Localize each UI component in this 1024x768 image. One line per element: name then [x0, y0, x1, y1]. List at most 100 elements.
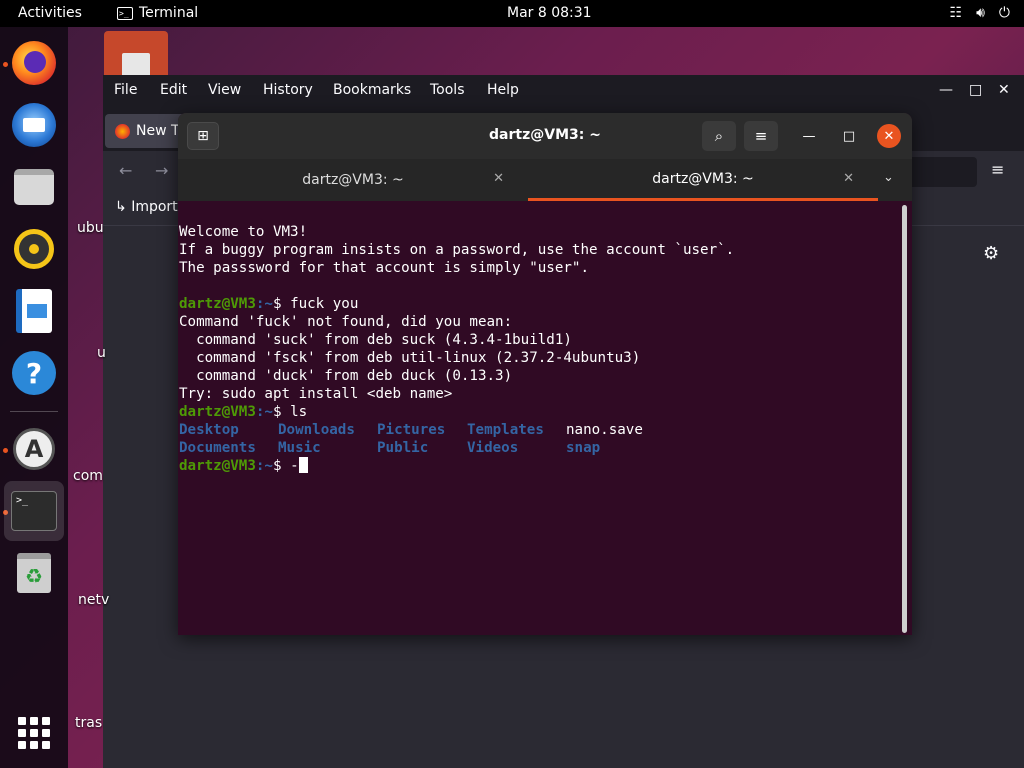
tab-label: dartz@VM3: ~: [302, 172, 404, 188]
close-icon[interactable]: ✕: [998, 82, 1010, 98]
close-tab-icon[interactable]: ✕: [493, 171, 504, 186]
dock-trash[interactable]: ♻: [10, 549, 58, 597]
terminal-tab-1[interactable]: dartz@VM3: ~ ✕: [178, 159, 528, 201]
menu-tools[interactable]: Tools: [430, 82, 465, 98]
terminal-window[interactable]: ⊞ dartz@VM3: ~ ⌕ ≡ — □ ✕ dartz@VM3: ~ ✕ …: [178, 113, 912, 635]
prompt-line: dartz@VM3:~$ -: [179, 457, 899, 475]
hamburger-menu-icon[interactable]: ≡: [991, 160, 1004, 179]
desktop-label[interactable]: com: [73, 468, 103, 484]
hamburger-menu-icon: ≡: [754, 127, 768, 145]
maximize-button[interactable]: □: [837, 124, 861, 148]
output-line: If a buggy program insists on a password…: [179, 242, 735, 258]
minimize-button[interactable]: —: [797, 124, 821, 148]
dock-firefox[interactable]: [10, 39, 58, 87]
import-bookmarks[interactable]: ↳ Import: [115, 199, 178, 215]
menu-button[interactable]: ≡: [744, 121, 778, 151]
minimize-icon[interactable]: —: [939, 82, 953, 98]
search-icon: ⌕: [714, 127, 724, 145]
running-indicator: [3, 62, 8, 67]
output-line: Try: sudo apt install <deb name>: [179, 386, 453, 402]
ls-entry: nano.save: [566, 422, 643, 438]
maximize-icon[interactable]: □: [969, 82, 982, 98]
prompt-user: dartz@VM3: [179, 404, 256, 420]
output-line: Command 'fuck' not found, did you mean:: [179, 314, 513, 330]
desktop-label[interactable]: netv: [78, 592, 109, 608]
ls-entry: Documents: [179, 440, 256, 456]
close-icon: ✕: [883, 128, 895, 144]
dock-software[interactable]: A: [10, 425, 58, 473]
dock: ? A >_ ♻: [0, 27, 68, 768]
close-button[interactable]: ✕: [877, 124, 901, 148]
command-text: ls: [290, 404, 308, 420]
menu-file[interactable]: File: [114, 82, 137, 98]
ls-entry: Desktop: [179, 422, 239, 438]
trash-icon: ♻: [17, 553, 51, 593]
text-cursor: [298, 457, 308, 473]
firefox-menubar: File Edit View History Bookmarks Tools H…: [103, 75, 1024, 109]
dock-thunderbird[interactable]: [10, 101, 58, 149]
terminal-headerbar: ⊞ dartz@VM3: ~ ⌕ ≡ — □ ✕: [178, 113, 912, 159]
dock-terminal[interactable]: >_: [4, 481, 64, 541]
system-tray[interactable]: ☷ 🔊︎ ⏻: [950, 5, 1010, 21]
software-icon: A: [13, 428, 55, 470]
ls-entry: Videos: [467, 440, 519, 456]
power-icon[interactable]: ⏻: [999, 5, 1010, 21]
output-line: command 'fsck' from deb util-linux (2.37…: [179, 350, 641, 366]
minimize-icon: —: [802, 128, 816, 144]
rhythmbox-icon: [14, 229, 54, 269]
gear-icon[interactable]: ⚙: [983, 243, 999, 264]
tab-label: dartz@VM3: ~: [652, 170, 754, 187]
firefox-icon: [12, 41, 56, 85]
search-button[interactable]: ⌕: [702, 121, 736, 151]
maximize-icon: □: [842, 128, 856, 144]
ls-entry: Templates: [467, 422, 544, 438]
show-apps-button[interactable]: [18, 717, 50, 749]
menu-history[interactable]: History: [263, 82, 313, 98]
menu-view[interactable]: View: [208, 82, 241, 98]
prompt-user: dartz@VM3: [179, 296, 256, 312]
menu-bookmarks[interactable]: Bookmarks: [333, 82, 411, 98]
app-menu[interactable]: >_ Terminal: [117, 5, 198, 21]
back-icon[interactable]: ←: [119, 161, 132, 180]
volume-icon[interactable]: 🔊︎: [976, 5, 985, 21]
prompt-user: dartz@VM3: [179, 458, 256, 474]
terminal-icon: >_: [117, 6, 133, 20]
activities-button[interactable]: Activities: [18, 5, 82, 21]
output-line: command 'suck' from deb suck (4.3.4-1bui…: [179, 332, 572, 348]
prompt-path: :~: [255, 296, 273, 312]
dock-files[interactable]: [10, 163, 58, 211]
scrollbar[interactable]: [902, 205, 907, 633]
ls-row: Desktop Downloads Pictures Templates nano.sa…: [179, 421, 899, 439]
forward-icon[interactable]: →: [155, 161, 168, 180]
dock-rhythmbox[interactable]: [10, 225, 58, 273]
prompt-path: :~: [255, 458, 273, 474]
ls-entry: snap: [566, 440, 601, 456]
dock-help[interactable]: ?: [10, 349, 58, 397]
output-line: command 'duck' from deb duck (0.13.3): [179, 368, 513, 384]
desktop-label[interactable]: u: [97, 345, 106, 361]
dock-writer[interactable]: [10, 287, 58, 335]
network-icon[interactable]: ☷: [950, 5, 963, 21]
terminal-output[interactable]: Welcome to VM3! If a buggy program insist…: [179, 205, 899, 633]
ls-entry: Pictures: [377, 422, 446, 438]
thunderbird-icon: [12, 103, 56, 147]
prompt-path: :~: [255, 404, 273, 420]
clock[interactable]: Mar 8 08:31: [507, 5, 592, 21]
top-bar: Activities >_ Terminal Mar 8 08:31 ☷ 🔊︎ …: [0, 0, 1024, 27]
output-line: Welcome to VM3!: [179, 224, 308, 240]
terminal-tab-2[interactable]: dartz@VM3: ~ ✕: [528, 159, 878, 201]
menu-edit[interactable]: Edit: [160, 82, 187, 98]
tab-list-chevron-down-icon[interactable]: ⌄: [883, 170, 894, 185]
command-text: fuck you: [290, 296, 359, 312]
close-tab-icon[interactable]: ✕: [843, 171, 854, 186]
ls-entry: Public: [377, 440, 429, 456]
dock-separator: [10, 411, 58, 412]
desktop-label[interactable]: ubu: [77, 220, 104, 236]
terminal-tabbar: dartz@VM3: ~ ✕ dartz@VM3: ~ ✕ ⌄: [178, 159, 912, 201]
prompt-symbol: $: [272, 404, 291, 420]
desktop-label[interactable]: tras: [75, 715, 102, 731]
writer-icon: [16, 289, 52, 333]
menu-help[interactable]: Help: [487, 82, 519, 98]
help-icon: ?: [12, 351, 56, 395]
